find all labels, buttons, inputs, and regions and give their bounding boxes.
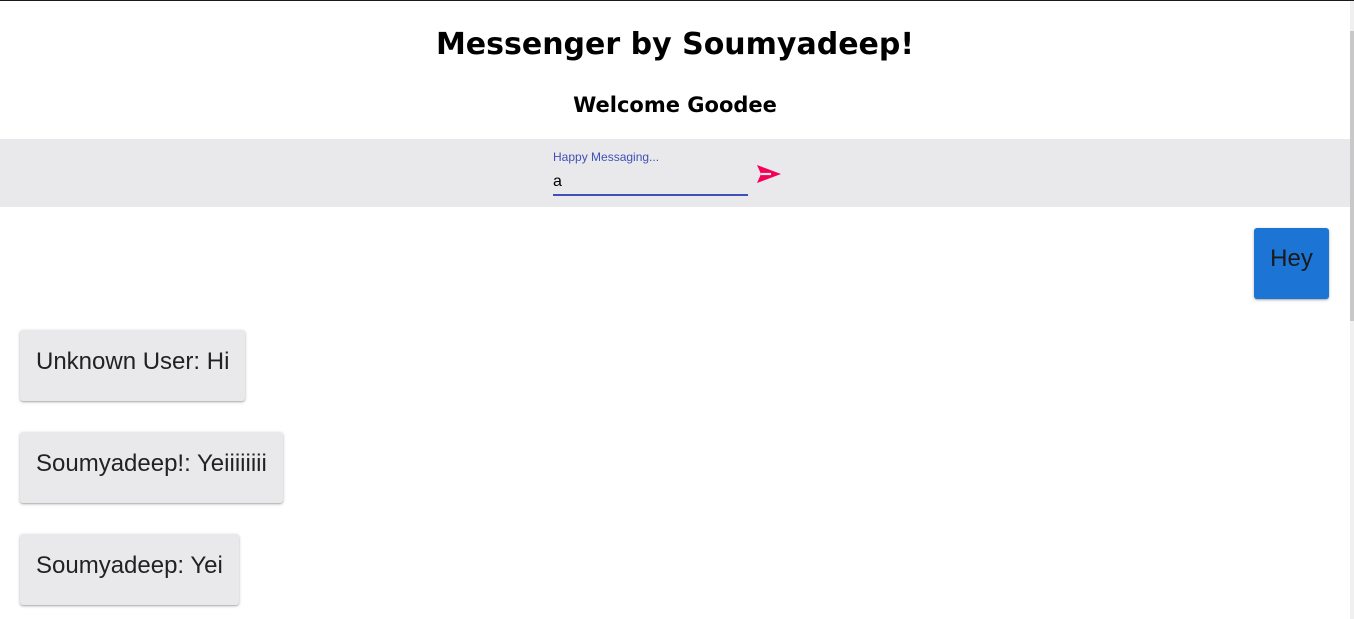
- app-title: Messenger by Soumyadeep!: [435, 27, 915, 62]
- send-button[interactable]: [756, 161, 788, 187]
- page-scrollbar[interactable]: [1350, 1, 1354, 619]
- messenger-page: Messenger by Soumyadeep! Welcome Goodee …: [0, 0, 1354, 619]
- message-text: Hey: [1270, 245, 1313, 272]
- message-card: Hey: [1254, 228, 1329, 299]
- message-text: Soumyadeep!: Yeiiiiiiii: [36, 450, 267, 477]
- message-list: Hey Unknown User: Hi Soumyadeep!: Yeiiii…: [0, 207, 1350, 619]
- message-field: Happy Messaging...: [553, 149, 748, 197]
- message-text: Unknown User: Hi: [36, 348, 230, 375]
- message-card: Unknown User: Hi: [20, 330, 246, 401]
- message-input[interactable]: [553, 170, 748, 196]
- message-field-label: Happy Messaging...: [553, 150, 660, 164]
- message-card: Soumyadeep!: Yeiiiiiiii: [20, 432, 283, 503]
- scrollbar-thumb[interactable]: [1350, 31, 1354, 321]
- welcome-message: Welcome Goodee: [573, 93, 777, 117]
- message-text: Soumyadeep: Yei: [36, 552, 223, 579]
- message-card: Soumyadeep: Yei: [20, 534, 239, 605]
- send-icon: [757, 165, 781, 183]
- message-composer: Happy Messaging...: [0, 139, 1350, 207]
